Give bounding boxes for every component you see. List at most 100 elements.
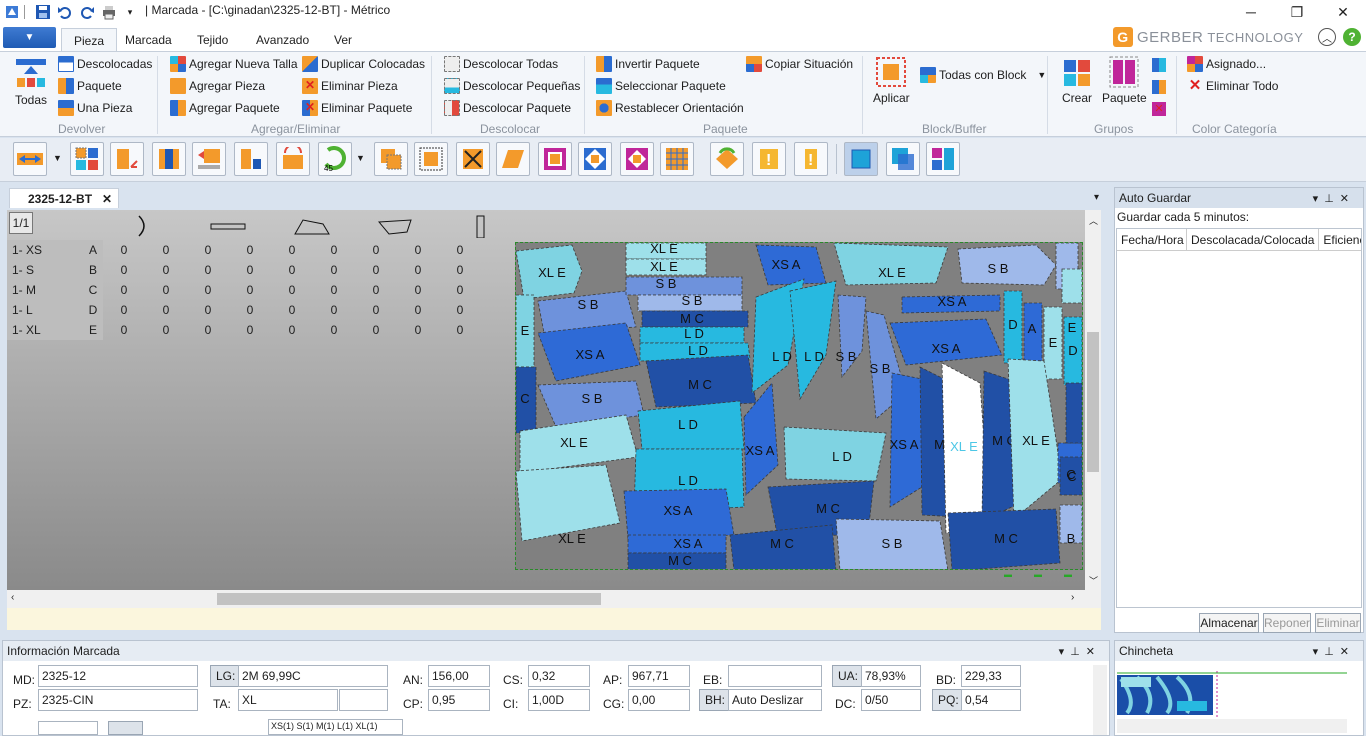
select-bundle-button[interactable]: Seleccionar Paquete [596,78,726,94]
return-unplaced-button[interactable]: Descolocadas [58,56,152,72]
quantity-cell[interactable]: 0 [397,263,439,277]
col-header-fecha[interactable]: Fecha/Hora [1117,229,1187,250]
return-one-piece-button[interactable]: Una Pieza [58,100,132,116]
unplace-small-button[interactable]: Descolocar Pequeñas [444,78,580,94]
quantity-cell[interactable]: 0 [313,243,355,257]
group-delete-icon[interactable]: ✕ [1152,102,1166,116]
quantity-cell[interactable]: 0 [145,243,187,257]
alert-tool-icon[interactable]: ! [794,142,828,176]
pattern-piece[interactable] [516,464,621,542]
invert-bundle-button[interactable]: Invertir Paquete [596,56,700,72]
cp-field[interactable]: 0,95 [428,689,490,711]
quantity-cell[interactable]: 0 [103,303,145,317]
col-header-eficiencia[interactable]: Eficienc [1319,229,1361,250]
diamond-tool-icon[interactable] [578,142,612,176]
info-scrollbar[interactable] [1093,665,1107,735]
quantity-cell[interactable]: 0 [313,303,355,317]
group-bundle-button[interactable]: Paquete [1102,56,1147,105]
pq-field[interactable]: 0,54 [961,689,1021,711]
tab-ver[interactable]: Ver [322,28,364,52]
arrange-tool-icon[interactable] [70,142,104,176]
quantity-cell[interactable]: 0 [103,323,145,337]
quantity-cell[interactable]: 0 [103,283,145,297]
block-mode-dropdown[interactable]: Todas con Block ▼ [920,67,1046,83]
cut-tool-icon[interactable] [456,142,490,176]
quantity-cell[interactable]: 0 [439,303,481,317]
stretch-tool-icon[interactable] [13,142,47,176]
marker-preview[interactable] [1117,671,1347,719]
frame-tool-icon[interactable] [538,142,572,176]
quantity-cell[interactable]: 0 [355,283,397,297]
auto-nest-tool-icon[interactable] [710,142,744,176]
quantity-cell[interactable]: 0 [313,323,355,337]
sizes-field[interactable]: XS(1) S(1) M(1) L(1) XL(1) [268,719,403,735]
group-edit-icon[interactable] [1152,80,1166,94]
minimize-button[interactable]: ─ [1228,0,1274,24]
quantity-cell[interactable]: 0 [397,303,439,317]
align-tool-icon[interactable] [234,142,268,176]
fabric-tool-icon[interactable] [152,142,186,176]
quantity-cell[interactable]: 0 [187,263,229,277]
add-bundle-button[interactable]: Agregar Paquete [170,100,280,116]
ta-field[interactable]: XL [238,689,338,711]
assign-color-button[interactable]: Asignado... [1187,56,1266,72]
ua-field[interactable]: 78,93% [861,665,921,687]
close-tab-icon[interactable]: ✕ [102,192,112,206]
label-bh[interactable]: BH: [699,689,732,711]
delete-autosave-button[interactable]: Eliminar [1315,613,1361,633]
quantity-cell[interactable]: 0 [229,263,271,277]
store-button[interactable]: Almacenar [1199,613,1259,633]
quantity-cell[interactable]: 0 [271,243,313,257]
collapse-ribbon-icon[interactable]: ︿ [1318,28,1336,46]
chevron-down-icon[interactable]: ▼ [356,153,365,163]
delete-bundle-button[interactable]: ✕ Eliminar Paquete [302,100,412,116]
dc-field[interactable]: 0/50 [861,689,921,711]
extra-field[interactable] [38,721,98,735]
view-split-icon[interactable] [926,142,960,176]
quantity-cell[interactable]: 0 [271,263,313,277]
tab-pieza[interactable]: Pieza [61,28,118,52]
ap-field[interactable]: 967,71 [628,665,690,687]
label-lg[interactable]: LG: [210,665,242,687]
reset-orientation-button[interactable]: Restablecer Orientación [596,100,744,116]
size-row[interactable]: 1- XL E 0 0 0 0 0 0 0 0 0 [7,320,507,340]
bh-field[interactable]: Auto Deslizar [728,689,822,711]
quantity-cell[interactable]: 0 [313,263,355,277]
quantity-cell[interactable]: 0 [397,243,439,257]
slide-left-tool-icon[interactable] [192,142,226,176]
quantity-cell[interactable]: 0 [271,323,313,337]
size-row[interactable]: 1- XS A 0 0 0 0 0 0 0 0 0 [7,240,507,260]
quantity-cell[interactable]: 0 [355,323,397,337]
lg-field[interactable]: 2M 69,99C [238,665,388,687]
delete-all-colors-button[interactable]: ✕ Eliminar Todo [1187,78,1279,94]
rotate-tool-icon[interactable] [276,142,310,176]
close-button[interactable]: ✕ [1320,0,1366,24]
quantity-cell[interactable]: 0 [439,263,481,277]
quantity-cell[interactable]: 0 [229,323,271,337]
quantity-cell[interactable]: 0 [145,283,187,297]
label-pq[interactable]: PQ: [932,689,965,711]
unplace-all-button[interactable]: Descolocar Todas [444,56,558,72]
save-icon[interactable] [34,3,52,21]
restore-button[interactable]: ❐ [1274,0,1320,24]
quantity-cell[interactable]: 0 [187,243,229,257]
quick-access-dropdown-icon[interactable]: ▾ [121,3,139,21]
quantity-cell[interactable]: 0 [397,323,439,337]
quantity-cell[interactable]: 0 [271,303,313,317]
app-icon[interactable] [3,3,21,21]
horizontal-scroll-thumb[interactable] [217,593,601,605]
scroll-right-icon[interactable]: › [1071,592,1074,603]
overlap-tool-icon[interactable] [374,142,408,176]
size-row[interactable]: 1- MC000000000 [7,280,507,300]
add-new-size-button[interactable]: Agregar Nueva Talla [170,56,298,72]
group-add-icon[interactable] [1152,58,1166,72]
tab-avanzado[interactable]: Avanzado [244,28,321,52]
warning-tool-icon[interactable]: ! [752,142,786,176]
md-field[interactable]: 2325-12 [38,665,198,687]
col-header-colocada[interactable]: Descolacada/Colocada [1187,229,1320,250]
extra-label-box[interactable] [108,721,143,735]
help-icon[interactable]: ? [1343,28,1361,46]
quantity-cell[interactable]: 0 [313,283,355,297]
vertical-scrollbar[interactable]: ︿ ﹀ [1085,210,1101,590]
quantity-cell[interactable]: 0 [145,323,187,337]
